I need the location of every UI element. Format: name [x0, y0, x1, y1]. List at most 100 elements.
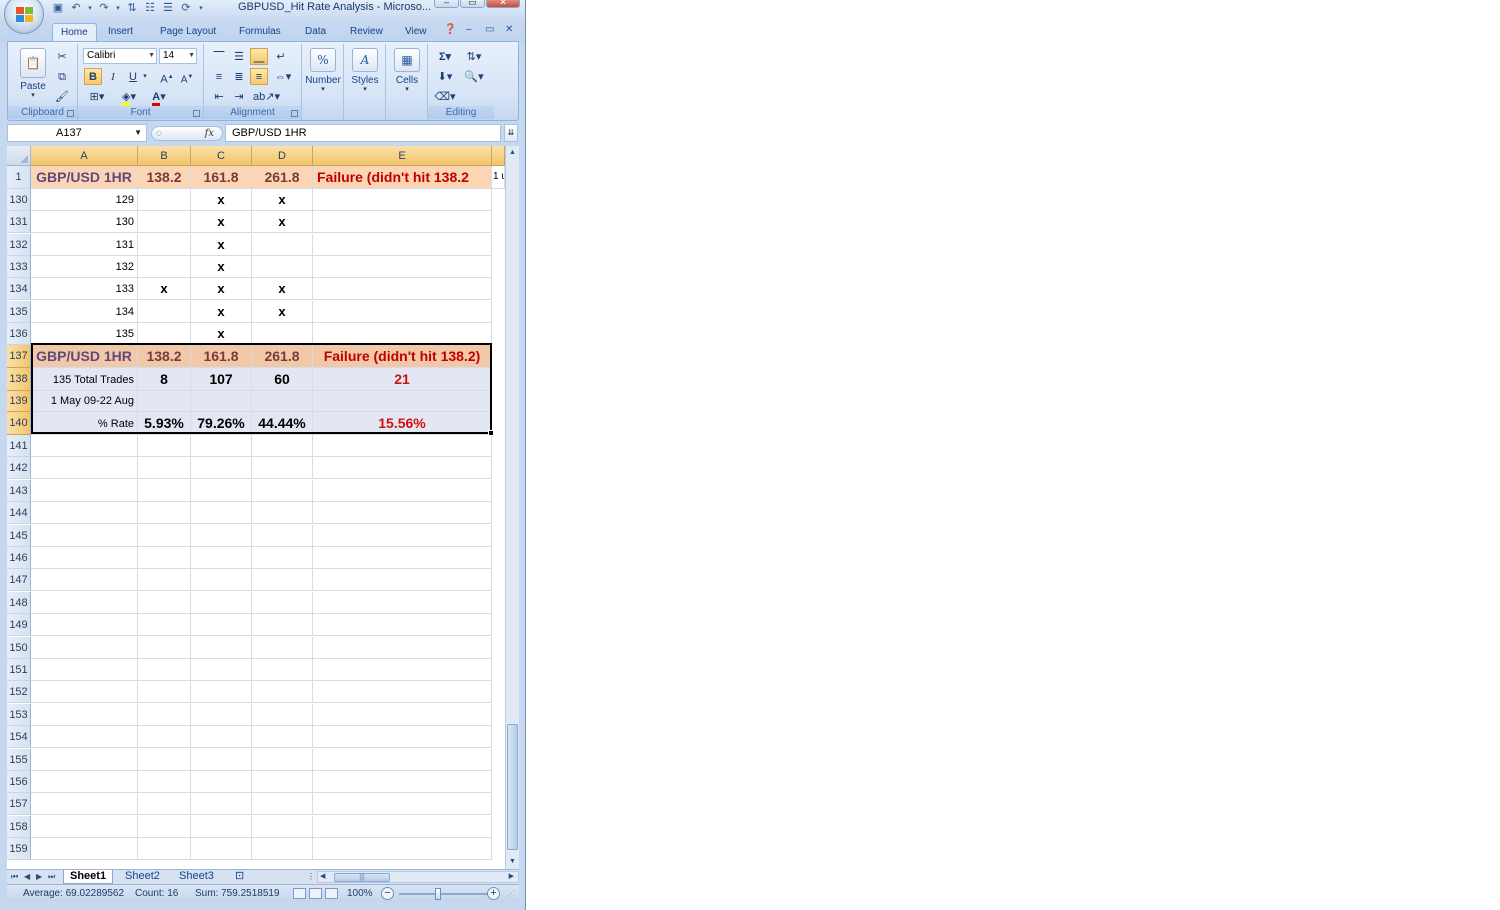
- cell-d139[interactable]: [252, 391, 313, 412]
- row-header[interactable]: 154: [7, 726, 31, 749]
- sheet-tab-sheet3[interactable]: Sheet3: [173, 870, 220, 884]
- alignment-launcher-icon[interactable]: [291, 110, 298, 117]
- cell-d[interactable]: [252, 838, 313, 861]
- cell-c[interactable]: [191, 771, 252, 793]
- grow-font-icon[interactable]: A▲: [158, 68, 176, 86]
- cell-d1[interactable]: 261.8: [252, 166, 313, 189]
- tab-split-handle[interactable]: ⋮: [307, 870, 315, 884]
- cell-e139[interactable]: [313, 391, 492, 412]
- cell-c137[interactable]: 161.8: [191, 345, 252, 368]
- cell-e138[interactable]: 21: [313, 368, 492, 391]
- last-sheet-icon[interactable]: ⏭: [48, 870, 55, 884]
- cell-d[interactable]: [252, 748, 313, 771]
- insert-function-button[interactable]: ◌ fx: [151, 126, 223, 141]
- cell-b[interactable]: [138, 793, 191, 816]
- undo-dropdown-icon[interactable]: ▾: [86, 1, 94, 16]
- cell-c[interactable]: [191, 547, 252, 569]
- row-header[interactable]: 142: [7, 457, 31, 480]
- row-header[interactable]: 140: [7, 412, 31, 435]
- cell-c[interactable]: [191, 748, 252, 771]
- row-header[interactable]: 138: [7, 368, 31, 391]
- cell-e[interactable]: [313, 278, 492, 301]
- close-button[interactable]: ✕: [486, 0, 520, 8]
- select-all-button[interactable]: [7, 146, 31, 166]
- cell-b1[interactable]: 138.2: [138, 166, 191, 189]
- bold-button[interactable]: B: [84, 68, 102, 85]
- cell-e[interactable]: [313, 255, 492, 278]
- cell-e[interactable]: [313, 591, 492, 614]
- cell-a[interactable]: [31, 815, 138, 838]
- vertical-scroll-thumb[interactable]: [507, 724, 518, 850]
- cell-c[interactable]: [191, 726, 252, 749]
- row-header[interactable]: 131: [7, 211, 31, 234]
- column-header-c[interactable]: C: [191, 146, 252, 166]
- cell-e[interactable]: [313, 211, 492, 234]
- cell-e137[interactable]: Failure (didn't hit 138.2): [313, 345, 492, 368]
- horizontal-scrollbar[interactable]: ◀ ||| ▶: [317, 871, 519, 883]
- cell-b[interactable]: [138, 815, 191, 838]
- row-header[interactable]: 152: [7, 681, 31, 704]
- cut-icon[interactable]: ✂: [53, 48, 71, 65]
- row-header[interactable]: 157: [7, 793, 31, 816]
- row-header[interactable]: 135: [7, 300, 31, 323]
- cell-e[interactable]: [313, 726, 492, 749]
- insert-sheet-icon[interactable]: ⊡: [229, 870, 250, 884]
- cell-c[interactable]: x: [191, 211, 252, 234]
- cell-c[interactable]: x: [191, 300, 252, 323]
- ribbon-restore-icon[interactable]: ▭: [485, 24, 494, 35]
- cell-e[interactable]: [313, 838, 492, 861]
- cell-f1[interactable]: 1 u: [492, 166, 505, 189]
- zoom-slider[interactable]: [399, 893, 491, 895]
- cell-d[interactable]: [252, 479, 313, 502]
- cell-a[interactable]: [31, 636, 138, 659]
- cell-a[interactable]: [31, 479, 138, 502]
- cell-e140[interactable]: 15.56%: [313, 412, 492, 435]
- tab-review[interactable]: Review: [350, 23, 383, 42]
- clear-icon[interactable]: ⌫▾: [433, 88, 457, 105]
- cell-b[interactable]: [138, 322, 191, 345]
- tab-insert[interactable]: Insert: [108, 23, 133, 42]
- row-header[interactable]: 143: [7, 479, 31, 502]
- name-box[interactable]: A137 ▼: [7, 124, 147, 142]
- column-header-a[interactable]: A: [31, 146, 138, 166]
- redo-icon[interactable]: ↷: [96, 1, 112, 16]
- cell-e1[interactable]: Failure (didn't hit 138.2: [313, 166, 492, 189]
- cell-a[interactable]: [31, 547, 138, 569]
- cell-a[interactable]: [31, 591, 138, 614]
- fill-icon[interactable]: ⬇▾: [433, 68, 457, 85]
- cell-b[interactable]: [138, 211, 191, 234]
- cell-c138[interactable]: 107: [191, 368, 252, 391]
- cell-e[interactable]: [313, 569, 492, 592]
- horizontal-scroll-thumb[interactable]: |||: [334, 873, 390, 882]
- cell-a140[interactable]: % Rate: [31, 412, 138, 435]
- cell-c[interactable]: [191, 502, 252, 525]
- cell-b[interactable]: [138, 524, 191, 547]
- cell-c[interactable]: [191, 591, 252, 614]
- cell-a[interactable]: [31, 838, 138, 861]
- clipboard-launcher-icon[interactable]: [67, 110, 74, 117]
- align-left-icon[interactable]: ≡: [210, 68, 228, 85]
- shrink-font-icon[interactable]: A▼: [178, 68, 196, 85]
- cell-b[interactable]: [138, 233, 191, 256]
- cell-d[interactable]: [252, 591, 313, 614]
- cell-c[interactable]: [191, 703, 252, 726]
- cell-b139[interactable]: [138, 391, 191, 412]
- minimize-button[interactable]: –: [434, 0, 459, 8]
- cell-b[interactable]: [138, 771, 191, 793]
- cell-c1[interactable]: 161.8: [191, 166, 252, 189]
- cell-c[interactable]: [191, 815, 252, 838]
- cell-b[interactable]: [138, 636, 191, 659]
- cell-a[interactable]: 133: [31, 278, 138, 301]
- cell-e[interactable]: [313, 457, 492, 480]
- zoom-out-icon[interactable]: −: [381, 887, 394, 900]
- page-layout-view-icon[interactable]: [309, 888, 322, 899]
- row-header[interactable]: 145: [7, 524, 31, 547]
- cell-c[interactable]: x: [191, 233, 252, 256]
- row-header[interactable]: 158: [7, 815, 31, 838]
- cell-c[interactable]: [191, 681, 252, 704]
- cell-c[interactable]: x: [191, 255, 252, 278]
- styles-button[interactable]: A Styles ▾: [347, 48, 383, 94]
- align-middle-icon[interactable]: ☰: [230, 48, 248, 65]
- cell-e[interactable]: [313, 614, 492, 637]
- cell-d[interactable]: [252, 793, 313, 816]
